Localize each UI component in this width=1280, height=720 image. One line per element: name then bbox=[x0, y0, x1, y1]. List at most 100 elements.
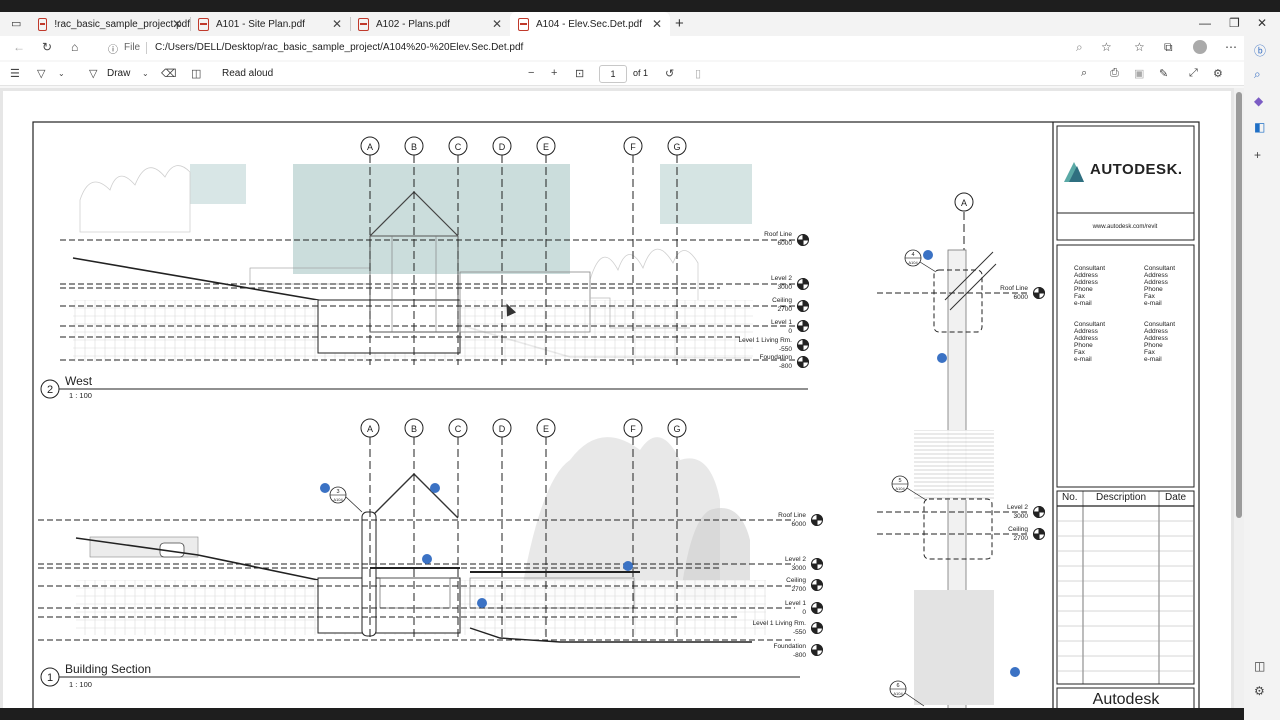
add-icon[interactable]: + bbox=[1254, 148, 1261, 162]
level-value: -800 bbox=[793, 652, 806, 659]
screen-top-edge bbox=[0, 0, 1280, 12]
comment-icon bbox=[937, 353, 947, 363]
level-name: Level 1 bbox=[771, 319, 792, 326]
level-name: Ceiling bbox=[1008, 526, 1028, 533]
level-value: 3000 bbox=[778, 284, 793, 291]
consultant-block: Consultant Address Address Phone Fax e-mail bbox=[1074, 321, 1106, 363]
grid-label: G bbox=[673, 424, 680, 434]
comment-icon bbox=[430, 483, 440, 493]
level-name: Roof Line bbox=[1000, 285, 1028, 292]
grid-label: B bbox=[411, 142, 417, 152]
scrollbar-thumb[interactable] bbox=[1236, 92, 1242, 518]
search-icon[interactable]: ⌕ bbox=[1254, 67, 1261, 82]
shopping-icon[interactable]: ◆ bbox=[1254, 94, 1263, 108]
consultant-block: Consultant Address Address Phone Fax e-mail bbox=[1074, 265, 1106, 307]
drawing-sheet: A B C D E F G Roof Line 6000 Level 2 300… bbox=[32, 121, 1200, 720]
level-name: Foundation bbox=[773, 643, 806, 650]
west-grid-heads bbox=[360, 136, 687, 156]
revision-header-description: Description bbox=[1096, 492, 1147, 503]
copilot-icon[interactable]: ⓑ bbox=[1254, 42, 1266, 59]
callout-sheet: A104 bbox=[908, 260, 918, 265]
grid-label: D bbox=[499, 142, 506, 152]
company-name: Autodesk bbox=[1092, 691, 1160, 708]
revision-header-date: Date bbox=[1165, 492, 1187, 503]
view-number: 1 bbox=[47, 672, 53, 684]
level-value: -800 bbox=[779, 363, 792, 370]
comment-icon bbox=[1010, 667, 1020, 677]
view-number: 2 bbox=[47, 384, 53, 396]
level-value: 0 bbox=[788, 328, 792, 335]
level-name: Level 2 bbox=[771, 275, 792, 282]
level-name: Level 1 bbox=[785, 600, 806, 607]
comment-icon bbox=[422, 554, 432, 564]
view-scale: 1 : 100 bbox=[69, 680, 92, 689]
west-elevation bbox=[60, 155, 795, 365]
revision-header-no: No. bbox=[1062, 492, 1078, 503]
level-markers bbox=[1032, 286, 1046, 541]
level-name: Roof Line bbox=[764, 231, 792, 238]
settings-icon[interactable]: ⚙ bbox=[1254, 684, 1265, 698]
callout-number: 6 bbox=[896, 683, 899, 689]
level-name: Ceiling bbox=[786, 577, 806, 584]
outlook-icon[interactable]: ◧ bbox=[1254, 120, 1265, 134]
callout-number: 4 bbox=[911, 252, 914, 258]
consultant-block: Consultant Address Address Phone Fax e-mail bbox=[1144, 321, 1176, 363]
screen-bottom-edge bbox=[0, 708, 1244, 720]
level-name: Level 1 Living Rm. bbox=[753, 620, 807, 627]
level-value: 2700 bbox=[1014, 535, 1029, 542]
level-markers bbox=[810, 513, 824, 657]
split-view-icon[interactable]: ◫ bbox=[1254, 659, 1265, 673]
level-value: 6000 bbox=[1014, 294, 1029, 301]
level-value: 6000 bbox=[778, 240, 793, 247]
level-value: 6000 bbox=[792, 521, 807, 528]
level-name: Foundation bbox=[759, 354, 792, 361]
view-title: West bbox=[65, 374, 93, 388]
level-value: 3000 bbox=[1014, 513, 1029, 520]
grid-label: B bbox=[411, 424, 417, 434]
revision-rows bbox=[1057, 520, 1194, 672]
comment-icon bbox=[623, 561, 633, 571]
section-grid-heads bbox=[360, 418, 687, 438]
grid-label: G bbox=[673, 142, 680, 152]
grid-label: E bbox=[543, 424, 549, 434]
callout-sheet: A104 bbox=[893, 691, 903, 696]
grid-label: D bbox=[499, 424, 506, 434]
building-section bbox=[38, 437, 795, 643]
grid-label: E bbox=[543, 142, 549, 152]
grid-label: C bbox=[455, 424, 462, 434]
view-title: Building Section bbox=[65, 662, 151, 676]
level-value: 3000 bbox=[792, 565, 807, 572]
level-name: Level 2 bbox=[1007, 504, 1028, 511]
level-value: -550 bbox=[793, 629, 806, 636]
close-window-icon[interactable]: ✕ bbox=[1257, 16, 1267, 30]
consultant-block: Consultant Address Address Phone Fax e-mail bbox=[1144, 265, 1176, 307]
grid-label: C bbox=[455, 142, 462, 152]
grid-label: F bbox=[630, 424, 636, 434]
pdf-viewer-window: ▭ !rac_basic_sample_project.pdf ✕ A101 -… bbox=[0, 0, 1280, 720]
title-block bbox=[1056, 125, 1195, 720]
autodesk-logo-icon bbox=[1064, 162, 1084, 182]
callout-sheet: A104 bbox=[333, 497, 343, 502]
website-text: www.autodesk.com/revit bbox=[1092, 224, 1158, 230]
grid-label: F bbox=[630, 142, 636, 152]
level-value: 2700 bbox=[778, 306, 793, 313]
level-value: 2700 bbox=[792, 586, 807, 593]
callout-sheet: A104 bbox=[895, 486, 905, 491]
grid-label: A bbox=[367, 424, 373, 434]
level-name: Roof Line bbox=[778, 512, 806, 519]
grid-label: A bbox=[961, 198, 967, 208]
level-value: 0 bbox=[802, 609, 806, 616]
vertical-scrollbar[interactable] bbox=[1234, 88, 1244, 708]
level-name: Level 2 bbox=[785, 556, 806, 563]
level-markers bbox=[796, 233, 810, 369]
level-name: Level 1 Living Rm. bbox=[739, 337, 793, 344]
grid-label: A bbox=[367, 142, 373, 152]
browser-sidebar: ⓑ ⌕ ◆ ◧ + ◫ ⚙ bbox=[1244, 36, 1280, 720]
section-callout: 3 A104 bbox=[329, 486, 363, 513]
view-scale: 1 : 100 bbox=[69, 391, 92, 400]
level-value: -550 bbox=[779, 346, 792, 353]
comment-icon bbox=[477, 598, 487, 608]
comment-icon bbox=[923, 250, 933, 260]
callout-number: 5 bbox=[898, 478, 901, 484]
level-name: Ceiling bbox=[772, 297, 792, 304]
